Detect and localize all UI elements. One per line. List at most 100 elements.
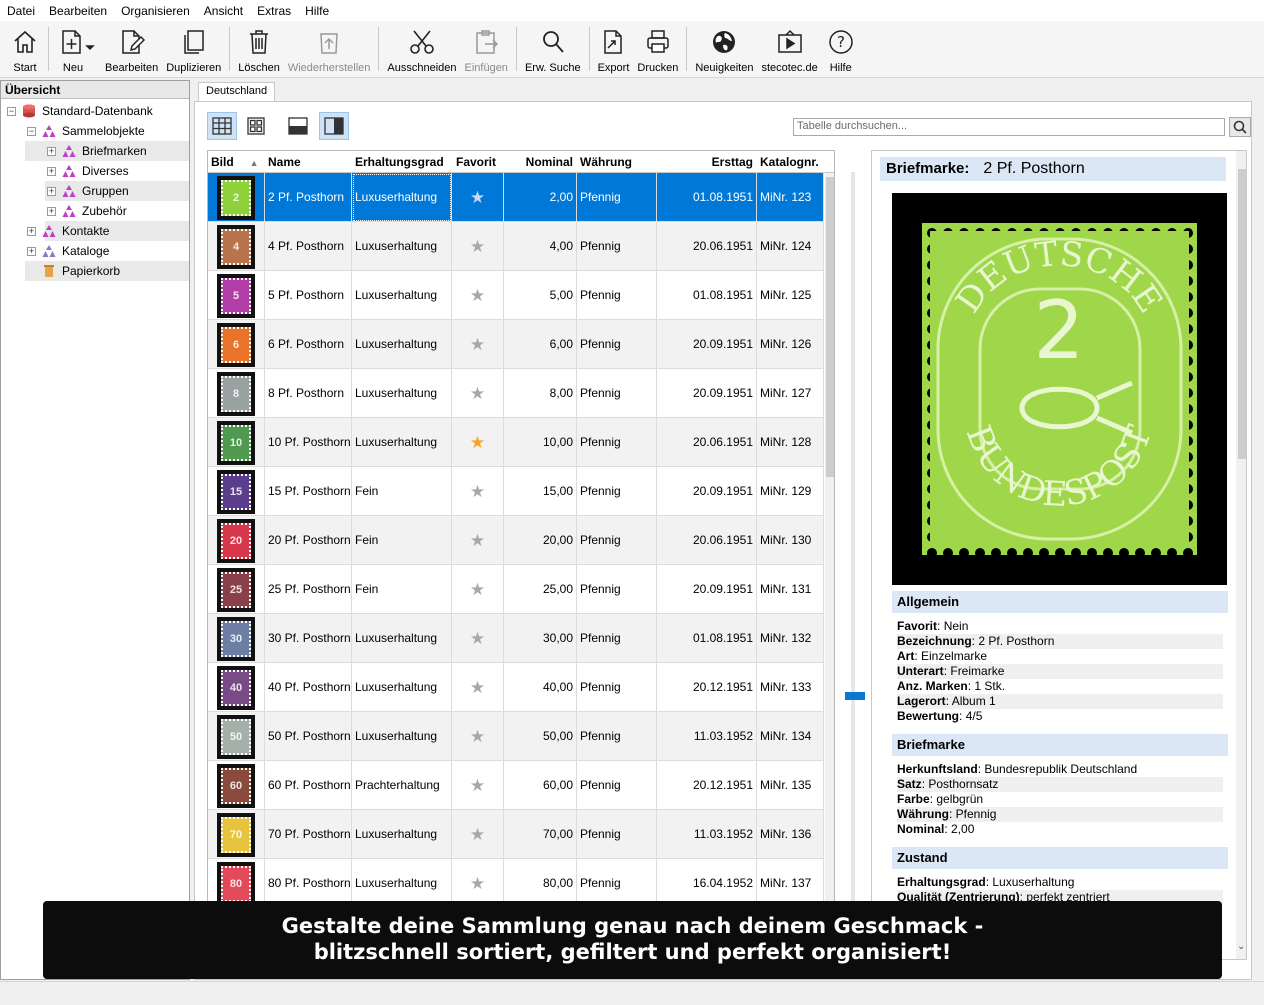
header-favorit[interactable]: Favorit [453, 151, 507, 173]
vertical-split-button[interactable] [319, 112, 349, 140]
cell-favorit: ★ [452, 418, 504, 467]
menu-extras[interactable]: Extras [250, 4, 298, 18]
tab-deutschland[interactable]: Deutschland [198, 82, 276, 102]
table-row[interactable]: 8 8 Pf. Posthorn Luxuserhaltung ★ 8,00 Pfenni… [208, 369, 824, 418]
table-row[interactable]: 15 15 Pf. Posthorn Fein ★ 15,00 Pfennig 20.09.… [208, 467, 824, 516]
menu-bearbeiten[interactable]: Bearbeiten [42, 4, 114, 18]
tree-item-standard-datenbank[interactable]: − Standard-Datenbank [7, 101, 153, 121]
header-ersttag[interactable]: Ersttag [657, 151, 756, 173]
delete-button[interactable]: Löschen [234, 21, 284, 77]
section-header[interactable]: Zustand [892, 847, 1228, 869]
scrollbar-thumb[interactable] [826, 177, 834, 477]
star-icon[interactable]: ★ [470, 531, 485, 550]
star-icon[interactable]: ★ [470, 335, 485, 354]
section-header[interactable]: Briefmarke [892, 734, 1228, 756]
stecotec-button[interactable]: stecotec.de [757, 21, 821, 77]
collapse-icon[interactable]: − [27, 126, 36, 136]
table-row[interactable]: 70 70 Pf. Posthorn Luxuserhaltung ★ 70,00 Pfe… [208, 810, 824, 859]
header-nominal[interactable]: Nominal [504, 151, 576, 173]
table-scrollbar[interactable] [825, 173, 834, 959]
table-row[interactable]: 6 6 Pf. Posthorn Luxuserhaltung ★ 6,00 Pfenni… [208, 320, 824, 369]
gallery-view-button[interactable] [241, 112, 271, 140]
star-icon[interactable]: ★ [470, 286, 485, 305]
table-row[interactable]: 20 20 Pf. Posthorn Fein ★ 20,00 Pfennig 20.06.… [208, 516, 824, 565]
new-button[interactable]: Neu [53, 21, 101, 77]
restore-button[interactable]: Wiederherstellen [284, 21, 375, 77]
tree-item-gruppen[interactable]: + Gruppen [47, 181, 129, 201]
paste-button[interactable]: Einfügen [461, 21, 512, 77]
table-row[interactable]: 2 2 Pf. Posthorn Luxuserhaltung ★ 2,00 Pfenni… [208, 173, 824, 222]
table-row[interactable]: 40 40 Pf. Posthorn Luxuserhaltung ★ 40,00 Pfe… [208, 663, 824, 712]
trash-icon [244, 27, 274, 57]
scroll-down-icon[interactable]: ⌄ [1237, 941, 1245, 952]
export-button[interactable]: Export [594, 21, 634, 77]
advanced-search-button[interactable]: Erw. Suche [521, 21, 585, 77]
table-row[interactable]: 5 5 Pf. Posthorn Luxuserhaltung ★ 5,00 Pfenni… [208, 271, 824, 320]
search-button[interactable] [1229, 117, 1251, 137]
header-bild[interactable]: Bild ▲ [208, 151, 264, 173]
expand-icon[interactable]: + [27, 246, 36, 256]
scrollbar-thumb[interactable] [1238, 169, 1246, 459]
menu-datei[interactable]: Datei [0, 4, 42, 18]
table-row[interactable]: 60 60 Pf. Posthorn Prachterhaltung ★ 60,00 Pf… [208, 761, 824, 810]
expand-icon[interactable]: + [47, 186, 56, 196]
tree-item-diverses[interactable]: + Diverses [47, 161, 129, 181]
stamp-thumbnail-value: 4 [221, 229, 251, 265]
menu-organisieren[interactable]: Organisieren [114, 4, 197, 18]
star-icon[interactable]: ★ [470, 825, 485, 844]
tree-item-kontakte[interactable]: + Kontakte [27, 221, 109, 241]
header-name[interactable]: Name [265, 151, 351, 173]
news-button[interactable]: Neuigkeiten [691, 21, 757, 77]
cell-favorit: ★ [452, 810, 504, 859]
help-button[interactable]: ? Hilfe [822, 21, 860, 77]
header-erhaltungsgrad[interactable]: Erhaltungsgrad [352, 151, 446, 173]
star-icon[interactable]: ★ [470, 874, 485, 893]
star-icon[interactable]: ★ [470, 629, 485, 648]
cell-grade: Luxuserhaltung [352, 712, 452, 761]
star-filled-icon[interactable]: ★ [470, 433, 485, 452]
start-button[interactable]: Start [6, 21, 44, 77]
tree-item-briefmarken[interactable]: + Briefmarken [47, 141, 147, 161]
expand-icon[interactable]: + [47, 146, 56, 156]
header-waehrung[interactable]: Währung [577, 151, 656, 173]
table-view-button[interactable] [207, 112, 237, 140]
section-header[interactable]: Allgemein [892, 591, 1228, 613]
tree-item-sammelobjekte[interactable]: − Sammelobjekte [27, 121, 145, 141]
horizontal-split-button[interactable] [283, 112, 313, 140]
table-row[interactable]: 4 4 Pf. Posthorn Luxuserhaltung ★ 4,00 Pfenni… [208, 222, 824, 271]
tree-item-zubehoer[interactable]: + Zubehör [47, 201, 127, 221]
star-icon[interactable]: ★ [470, 678, 485, 697]
expand-icon[interactable]: + [47, 166, 56, 176]
expand-icon[interactable]: + [47, 206, 56, 216]
cell-favorit: ★ [452, 712, 504, 761]
panel-splitter[interactable] [851, 172, 855, 972]
header-katalognr[interactable]: Katalognr. [757, 151, 827, 173]
splitter-handle[interactable] [845, 692, 865, 700]
star-icon[interactable]: ★ [470, 237, 485, 256]
menu-ansicht[interactable]: Ansicht [197, 4, 250, 18]
table-row[interactable]: 25 25 Pf. Posthorn Fein ★ 25,00 Pfennig 20.09.… [208, 565, 824, 614]
menu-hilfe[interactable]: Hilfe [298, 4, 336, 18]
table-row[interactable]: 50 50 Pf. Posthorn Luxuserhaltung ★ 50,00 Pfe… [208, 712, 824, 761]
star-icon[interactable]: ★ [470, 384, 485, 403]
cell-nominal: 20,00 [504, 516, 577, 565]
tree-item-kataloge[interactable]: + Kataloge [27, 241, 109, 261]
cut-button[interactable]: Ausschneiden [383, 21, 460, 77]
star-icon[interactable]: ★ [470, 188, 485, 207]
star-icon[interactable]: ★ [470, 776, 485, 795]
detail-scrollbar[interactable]: ⌄ [1236, 151, 1246, 959]
cell-name: 50 Pf. Posthorn [265, 712, 352, 761]
star-icon[interactable]: ★ [470, 580, 485, 599]
collapse-icon[interactable]: − [7, 106, 16, 116]
print-button[interactable]: Drucken [633, 21, 682, 77]
edit-button[interactable]: Bearbeiten [101, 21, 162, 77]
duplicate-button[interactable]: Duplizieren [162, 21, 225, 77]
table-row[interactable]: 30 30 Pf. Posthorn Luxuserhaltung ★ 30,00 Pfe… [208, 614, 824, 663]
star-icon[interactable]: ★ [470, 727, 485, 746]
star-icon[interactable]: ★ [470, 482, 485, 501]
table-row[interactable]: 10 10 Pf. Posthorn Luxuserhaltung ★ 10,00 Pfe… [208, 418, 824, 467]
cell-nominal: 15,00 [504, 467, 577, 516]
tree-item-papierkorb[interactable]: Papierkorb [27, 261, 120, 281]
expand-icon[interactable]: + [27, 226, 36, 236]
table-search-input[interactable]: Tabelle durchsuchen... [793, 118, 1225, 136]
